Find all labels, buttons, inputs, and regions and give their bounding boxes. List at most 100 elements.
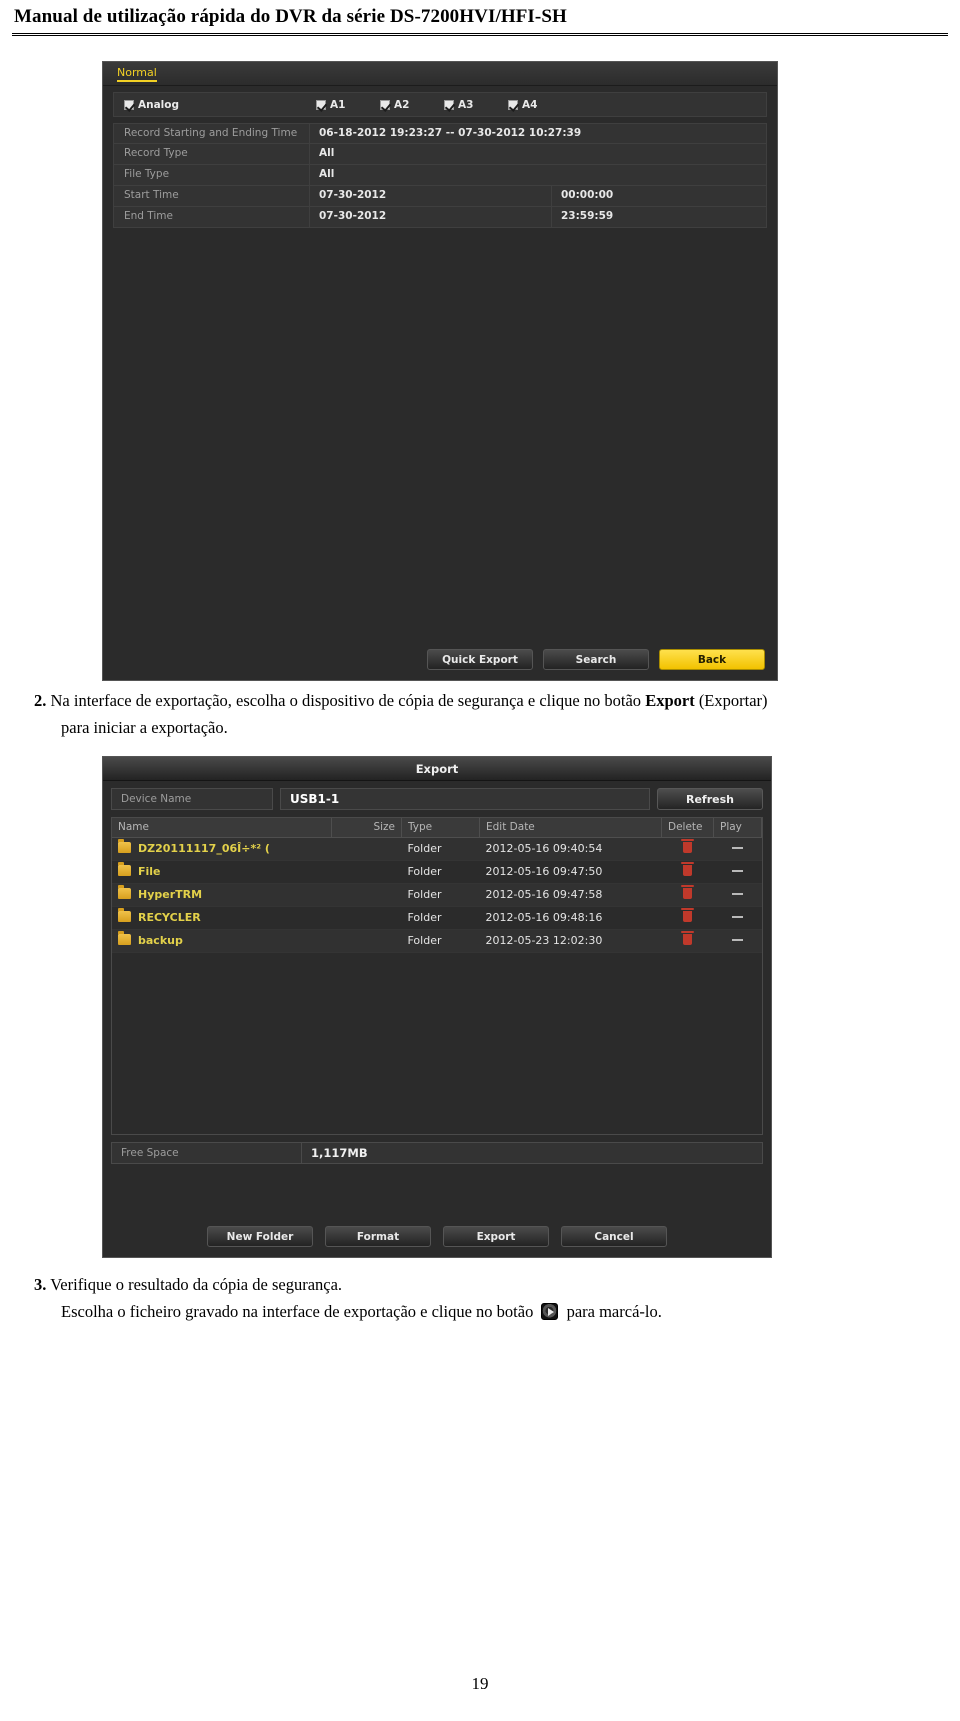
file-size-cell (331, 906, 402, 930)
row-record-type[interactable]: Record Type All (113, 144, 767, 165)
channel-label: A3 (458, 98, 474, 111)
back-button[interactable]: Back (659, 649, 765, 670)
row-label: Record Starting and Ending Time (114, 124, 310, 143)
free-space-value: 1,117MB (311, 1146, 368, 1160)
file-size-cell (331, 929, 402, 953)
tab-normal[interactable]: Normal (117, 66, 157, 82)
free-space-row: Free Space 1,117MB (111, 1142, 763, 1164)
checkbox-channel-a2[interactable]: A2 (380, 99, 438, 111)
file-list-container[interactable]: Name Size Type Edit Date Delete Play DZ2… (111, 817, 763, 1135)
trash-icon[interactable] (681, 930, 694, 945)
step-text-line2: para iniciar a exportação. (61, 717, 228, 737)
column-header-edit-date[interactable]: Edit Date (479, 818, 662, 838)
trash-icon[interactable] (681, 884, 694, 899)
trash-icon[interactable] (681, 907, 694, 922)
analog-label: Analog (138, 98, 180, 111)
export-button[interactable]: Export (443, 1226, 549, 1247)
dash-icon (732, 870, 743, 872)
record-type-select[interactable]: All (310, 144, 766, 164)
folder-icon (118, 862, 131, 876)
file-name-cell[interactable]: DZ20111117_06Î÷*² ( (112, 837, 332, 861)
file-name-cell[interactable]: backup (112, 929, 332, 953)
new-folder-button[interactable]: New Folder (207, 1226, 313, 1247)
step-text-b: (Exportar) (694, 691, 768, 710)
table-row[interactable]: RECYCLER Folder 2012-05-16 09:48:16 (112, 906, 762, 930)
column-header-size[interactable]: Size (331, 818, 402, 838)
row-record-time-range: Record Starting and Ending Time 06-18-20… (113, 123, 767, 144)
checkbox-channel-a4[interactable]: A4 (508, 99, 566, 111)
free-space-label: Free Space (112, 1143, 302, 1163)
folder-icon (118, 908, 131, 922)
search-button[interactable]: Search (543, 649, 649, 670)
start-date-field[interactable]: 07-30-2012 (310, 186, 551, 206)
search-panel-button-bar: Quick Export Search Back (103, 649, 777, 670)
page-number: 19 (471, 1674, 489, 1693)
file-size-cell (331, 837, 402, 861)
checkbox-icon (316, 99, 326, 110)
document-header: Manual de utilização rápida do DVR da sé… (0, 0, 960, 30)
trash-icon[interactable] (681, 861, 694, 876)
tab-bar: Normal (103, 62, 777, 86)
delete-cell[interactable] (661, 860, 714, 884)
file-name-text: RECYCLER (138, 911, 201, 924)
trash-icon[interactable] (681, 838, 694, 853)
step-text-bold: Export (645, 691, 695, 710)
channel-label: A4 (522, 98, 538, 111)
quick-export-button[interactable]: Quick Export (427, 649, 533, 670)
column-header-name[interactable]: Name (112, 818, 332, 838)
file-type-cell: Folder (401, 883, 480, 907)
table-row[interactable]: HyperTRM Folder 2012-05-16 09:47:58 (112, 883, 762, 907)
checkbox-analog[interactable]: Analog (124, 99, 310, 111)
column-header-play: Play (713, 818, 762, 838)
delete-cell[interactable] (661, 837, 714, 861)
channel-label: A2 (394, 98, 410, 111)
file-type-select[interactable]: All (310, 165, 766, 185)
instruction-step-3: 3. Verifique o resultado da cópia de seg… (34, 1272, 924, 1325)
file-date-cell: 2012-05-16 09:48:16 (479, 906, 662, 930)
folder-icon (118, 931, 131, 945)
checkbox-channel-a1[interactable]: A1 (316, 99, 374, 111)
dash-icon (732, 916, 743, 918)
format-button[interactable]: Format (325, 1226, 431, 1247)
checkbox-icon (380, 99, 390, 110)
device-name-select[interactable]: USB1-1 (280, 788, 650, 810)
start-time-field[interactable]: 00:00:00 (551, 186, 766, 206)
row-label: Start Time (114, 186, 310, 206)
step-text-b: para marcá-lo. (562, 1301, 662, 1321)
file-name-cell[interactable]: File (112, 860, 332, 884)
column-header-delete: Delete (661, 818, 714, 838)
file-name-cell[interactable]: HyperTRM (112, 883, 332, 907)
file-date-cell: 2012-05-16 09:40:54 (479, 837, 662, 861)
table-row[interactable]: DZ20111117_06Î÷*² ( Folder 2012-05-16 09… (112, 837, 762, 861)
delete-cell[interactable] (661, 929, 714, 953)
header-divider (12, 33, 948, 36)
end-time-field[interactable]: 23:59:59 (551, 207, 766, 227)
checkbox-channel-a3[interactable]: A3 (444, 99, 502, 111)
play-icon (541, 1302, 559, 1320)
file-date-cell: 2012-05-16 09:47:50 (479, 860, 662, 884)
table-row[interactable]: backup Folder 2012-05-23 12:02:30 (112, 929, 762, 953)
checkbox-icon (444, 99, 454, 110)
refresh-button[interactable]: Refresh (657, 788, 763, 810)
file-name-text: File (138, 865, 161, 878)
delete-cell[interactable] (661, 883, 714, 907)
step-text-a: Escolha o ficheiro gravado na interface … (61, 1301, 538, 1321)
instruction-step-2: 2. Na interface de exportação, escolha o… (34, 688, 924, 741)
play-cell (713, 906, 762, 930)
row-label: Record Type (114, 144, 310, 164)
table-row[interactable]: File Folder 2012-05-16 09:47:50 (112, 860, 762, 884)
play-cell (713, 929, 762, 953)
file-size-cell (331, 883, 402, 907)
cancel-button[interactable]: Cancel (561, 1226, 667, 1247)
file-name-text: backup (138, 934, 183, 947)
dialog-title: Export (103, 757, 771, 781)
folder-icon (118, 885, 131, 899)
delete-cell[interactable] (661, 906, 714, 930)
end-date-field[interactable]: 07-30-2012 (310, 207, 551, 227)
step-number: 2. (34, 691, 47, 710)
play-cell (713, 883, 762, 907)
dash-icon (732, 939, 743, 941)
column-header-type[interactable]: Type (401, 818, 480, 838)
row-file-type[interactable]: File Type All (113, 165, 767, 186)
file-name-cell[interactable]: RECYCLER (112, 906, 332, 930)
